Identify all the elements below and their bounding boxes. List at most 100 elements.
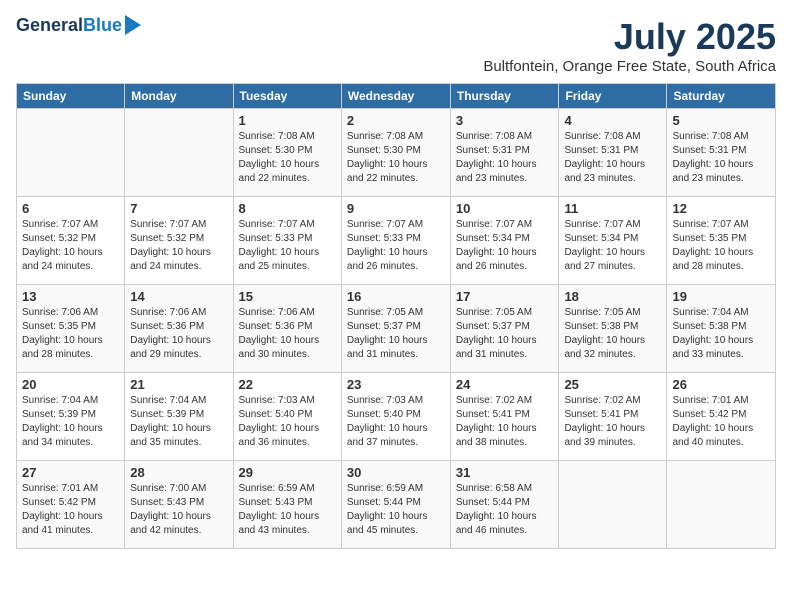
day-detail: Sunrise: 7:02 AM Sunset: 5:41 PM Dayligh…	[564, 394, 661, 450]
day-detail: Sunrise: 7:05 AM Sunset: 5:38 PM Dayligh…	[564, 306, 661, 362]
day-detail: Sunrise: 7:05 AM Sunset: 5:37 PM Dayligh…	[456, 306, 554, 362]
calendar-day-cell: 26 Sunrise: 7:01 AM Sunset: 5:42 PM Dayli…	[667, 373, 776, 461]
day-detail: Sunrise: 7:08 AM Sunset: 5:30 PM Dayligh…	[239, 130, 336, 186]
logo-arrow-icon	[125, 15, 141, 35]
day-number: 5	[672, 113, 770, 128]
day-detail: Sunrise: 7:08 AM Sunset: 5:31 PM Dayligh…	[672, 130, 770, 186]
calendar-day-cell: 13Sunrise: 7:06 AM Sunset: 5:35 PM Dayli…	[17, 285, 125, 373]
calendar-week-row: 6 Sunrise: 7:07 AM Sunset: 5:32 PM Daylig…	[17, 197, 776, 285]
calendar-day-cell: 10 Sunrise: 7:07 AM Sunset: 5:34 PM Dayli…	[450, 197, 559, 285]
month-year-title: July 2025	[483, 16, 776, 58]
logo: GeneralBlue	[16, 16, 141, 36]
day-detail: Sunrise: 7:07 AM Sunset: 5:32 PM Dayligh…	[130, 218, 227, 274]
calendar-day-cell: 6 Sunrise: 7:07 AM Sunset: 5:32 PM Daylig…	[17, 197, 125, 285]
day-detail: Sunrise: 7:07 AM Sunset: 5:32 PM Dayligh…	[22, 218, 119, 274]
day-detail: Sunrise: 7:07 AM Sunset: 5:33 PM Dayligh…	[239, 218, 336, 274]
day-number: 6	[22, 201, 119, 216]
weekday-header-row: SundayMondayTuesdayWednesdayThursdayFrid…	[17, 84, 776, 109]
calendar-body: 1Sunrise: 7:08 AM Sunset: 5:30 PM Daylig…	[17, 109, 776, 549]
calendar-day-cell: 23 Sunrise: 7:03 AM Sunset: 5:40 PM Dayli…	[341, 373, 450, 461]
day-number: 31	[456, 465, 554, 480]
day-detail: Sunrise: 7:04 AM Sunset: 5:39 PM Dayligh…	[130, 394, 227, 450]
day-number: 30	[347, 465, 445, 480]
calendar-week-row: 27 Sunrise: 7:01 AM Sunset: 5:42 PM Dayli…	[17, 461, 776, 549]
day-number: 10	[456, 201, 554, 216]
calendar-day-cell: 15Sunrise: 7:06 AM Sunset: 5:36 PM Dayli…	[233, 285, 341, 373]
calendar-day-cell: 18 Sunrise: 7:05 AM Sunset: 5:38 PM Dayli…	[559, 285, 667, 373]
day-detail: Sunrise: 7:04 AM Sunset: 5:38 PM Dayligh…	[672, 306, 770, 362]
calendar-day-cell: 31 Sunrise: 6:58 AM Sunset: 5:44 PM Dayli…	[450, 461, 559, 549]
day-detail: Sunrise: 7:01 AM Sunset: 5:42 PM Dayligh…	[672, 394, 770, 450]
day-detail: Sunrise: 6:59 AM Sunset: 5:43 PM Dayligh…	[239, 482, 336, 538]
day-detail: Sunrise: 7:02 AM Sunset: 5:41 PM Dayligh…	[456, 394, 554, 450]
day-number: 21	[130, 377, 227, 392]
calendar-day-cell: 28 Sunrise: 7:00 AM Sunset: 5:43 PM Dayli…	[125, 461, 233, 549]
weekday-header-cell: Wednesday	[341, 84, 450, 109]
day-number: 28	[130, 465, 227, 480]
weekday-header-cell: Sunday	[17, 84, 125, 109]
day-number: 17	[456, 289, 554, 304]
calendar-day-cell: 16Sunrise: 7:05 AM Sunset: 5:37 PM Dayli…	[341, 285, 450, 373]
title-block: July 2025 Bultfontein, Orange Free State…	[483, 16, 776, 75]
calendar-week-row: 20Sunrise: 7:04 AM Sunset: 5:39 PM Dayli…	[17, 373, 776, 461]
day-detail: Sunrise: 7:07 AM Sunset: 5:33 PM Dayligh…	[347, 218, 445, 274]
day-detail: Sunrise: 7:03 AM Sunset: 5:40 PM Dayligh…	[239, 394, 336, 450]
day-number: 27	[22, 465, 119, 480]
day-number: 22	[239, 377, 336, 392]
calendar-day-cell: 3Sunrise: 7:08 AM Sunset: 5:31 PM Daylig…	[450, 109, 559, 197]
calendar-day-cell: 12 Sunrise: 7:07 AM Sunset: 5:35 PM Dayli…	[667, 197, 776, 285]
weekday-header-cell: Thursday	[450, 84, 559, 109]
day-number: 25	[564, 377, 661, 392]
day-detail: Sunrise: 7:08 AM Sunset: 5:30 PM Dayligh…	[347, 130, 445, 186]
calendar-week-row: 1Sunrise: 7:08 AM Sunset: 5:30 PM Daylig…	[17, 109, 776, 197]
day-number: 11	[564, 201, 661, 216]
day-detail: Sunrise: 6:58 AM Sunset: 5:44 PM Dayligh…	[456, 482, 554, 538]
weekday-header-cell: Saturday	[667, 84, 776, 109]
day-detail: Sunrise: 7:06 AM Sunset: 5:36 PM Dayligh…	[130, 306, 227, 362]
calendar-day-cell: 27 Sunrise: 7:01 AM Sunset: 5:42 PM Dayli…	[17, 461, 125, 549]
day-detail: Sunrise: 7:08 AM Sunset: 5:31 PM Dayligh…	[456, 130, 554, 186]
day-detail: Sunrise: 7:07 AM Sunset: 5:34 PM Dayligh…	[564, 218, 661, 274]
logo-text: GeneralBlue	[16, 16, 122, 36]
day-number: 16	[347, 289, 445, 304]
calendar-day-cell: 24 Sunrise: 7:02 AM Sunset: 5:41 PM Dayli…	[450, 373, 559, 461]
day-number: 2	[347, 113, 445, 128]
location-subtitle: Bultfontein, Orange Free State, South Af…	[483, 58, 776, 75]
calendar-day-cell: 21 Sunrise: 7:04 AM Sunset: 5:39 PM Dayli…	[125, 373, 233, 461]
calendar-day-cell: 7 Sunrise: 7:07 AM Sunset: 5:32 PM Daylig…	[125, 197, 233, 285]
calendar-day-cell: 11 Sunrise: 7:07 AM Sunset: 5:34 PM Dayli…	[559, 197, 667, 285]
weekday-header-cell: Monday	[125, 84, 233, 109]
day-number: 13	[22, 289, 119, 304]
day-detail: Sunrise: 7:00 AM Sunset: 5:43 PM Dayligh…	[130, 482, 227, 538]
calendar-day-cell: 17 Sunrise: 7:05 AM Sunset: 5:37 PM Dayli…	[450, 285, 559, 373]
calendar-day-cell: 4Sunrise: 7:08 AM Sunset: 5:31 PM Daylig…	[559, 109, 667, 197]
day-number: 14	[130, 289, 227, 304]
calendar-day-cell: 14 Sunrise: 7:06 AM Sunset: 5:36 PM Dayli…	[125, 285, 233, 373]
calendar-day-cell: 22 Sunrise: 7:03 AM Sunset: 5:40 PM Dayli…	[233, 373, 341, 461]
day-number: 24	[456, 377, 554, 392]
day-number: 9	[347, 201, 445, 216]
calendar-day-cell: 5 Sunrise: 7:08 AM Sunset: 5:31 PM Daylig…	[667, 109, 776, 197]
day-detail: Sunrise: 7:01 AM Sunset: 5:42 PM Dayligh…	[22, 482, 119, 538]
day-detail: Sunrise: 7:04 AM Sunset: 5:39 PM Dayligh…	[22, 394, 119, 450]
calendar-day-cell: 29 Sunrise: 6:59 AM Sunset: 5:43 PM Dayli…	[233, 461, 341, 549]
day-detail: Sunrise: 7:07 AM Sunset: 5:34 PM Dayligh…	[456, 218, 554, 274]
calendar-day-cell	[559, 461, 667, 549]
calendar-day-cell: 20Sunrise: 7:04 AM Sunset: 5:39 PM Dayli…	[17, 373, 125, 461]
calendar-table: SundayMondayTuesdayWednesdayThursdayFrid…	[16, 83, 776, 549]
weekday-header-cell: Tuesday	[233, 84, 341, 109]
day-detail: Sunrise: 7:07 AM Sunset: 5:35 PM Dayligh…	[672, 218, 770, 274]
calendar-day-cell: 8Sunrise: 7:07 AM Sunset: 5:33 PM Daylig…	[233, 197, 341, 285]
calendar-day-cell: 25 Sunrise: 7:02 AM Sunset: 5:41 PM Dayli…	[559, 373, 667, 461]
day-number: 12	[672, 201, 770, 216]
page-header: GeneralBlue July 2025 Bultfontein, Orang…	[16, 16, 776, 75]
day-detail: Sunrise: 7:03 AM Sunset: 5:40 PM Dayligh…	[347, 394, 445, 450]
day-number: 18	[564, 289, 661, 304]
day-number: 26	[672, 377, 770, 392]
day-number: 7	[130, 201, 227, 216]
calendar-day-cell	[17, 109, 125, 197]
day-number: 23	[347, 377, 445, 392]
day-detail: Sunrise: 6:59 AM Sunset: 5:44 PM Dayligh…	[347, 482, 445, 538]
calendar-day-cell	[667, 461, 776, 549]
day-number: 29	[239, 465, 336, 480]
